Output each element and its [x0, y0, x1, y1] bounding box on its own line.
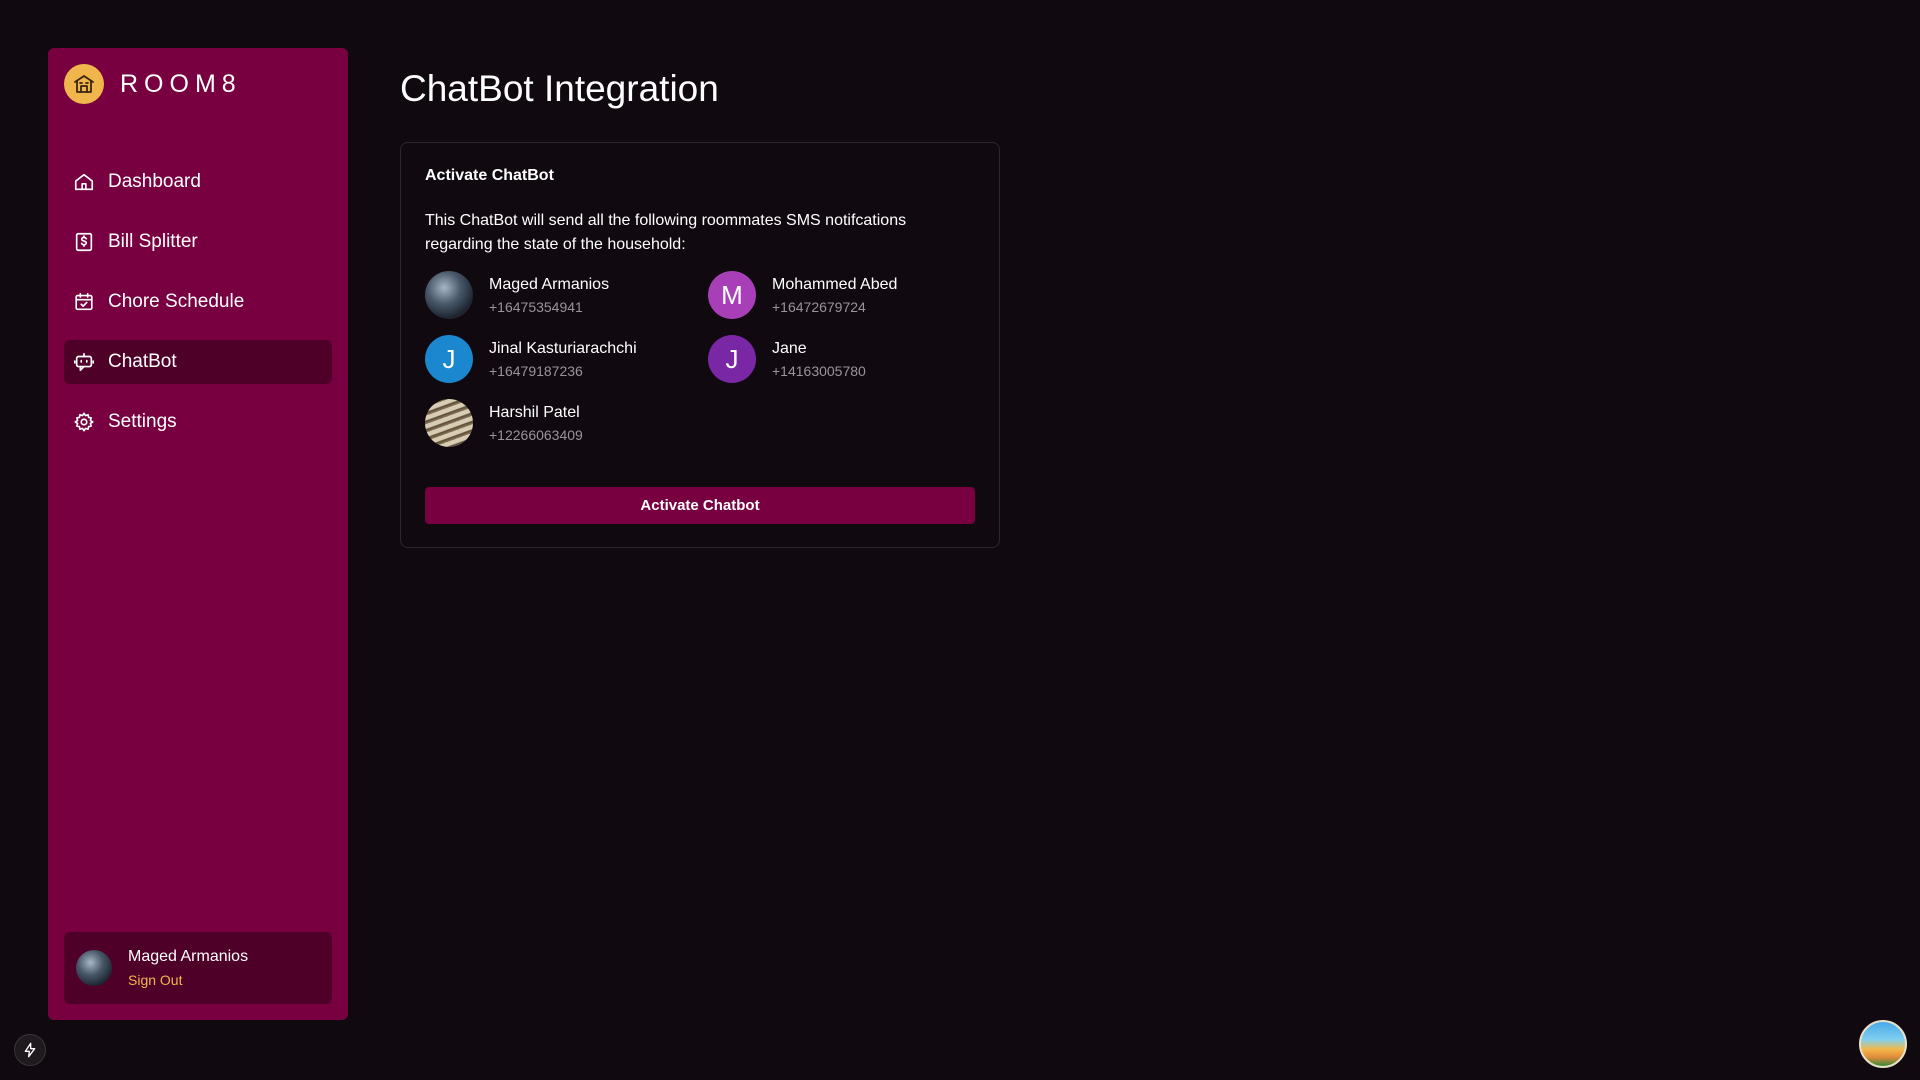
- list-item: Maged Armanios +16475354941: [425, 271, 708, 319]
- avatar: J: [708, 335, 756, 383]
- sign-out-link[interactable]: Sign Out: [128, 972, 248, 988]
- avatar: M: [708, 271, 756, 319]
- app-logo[interactable]: ROOM8: [64, 64, 242, 104]
- member-info: Harshil Patel +12266063409: [489, 404, 583, 443]
- avatar-initial: J: [442, 343, 456, 374]
- member-info: Maged Armanios +16475354941: [489, 276, 609, 315]
- calendar-check-icon: [72, 290, 96, 314]
- sidebar: ROOM8 Dashboard Bill Splitter Chore Sche…: [48, 48, 348, 1020]
- member-info: Jinal Kasturiarachchi +16479187236: [489, 340, 637, 379]
- sidebar-item-label: ChatBot: [108, 351, 177, 372]
- list-item: J Jane +14163005780: [708, 335, 978, 383]
- user-meta: Maged Armanios Sign Out: [128, 948, 248, 988]
- member-name: Jinal Kasturiarachchi: [489, 339, 637, 357]
- gear-icon: [72, 410, 96, 434]
- sidebar-item-chore-schedule[interactable]: Chore Schedule: [64, 280, 332, 324]
- member-phone: +14163005780: [772, 362, 866, 379]
- list-item: M Mohammed Abed +16472679724: [708, 271, 978, 319]
- avatar: J: [425, 335, 473, 383]
- bolt-icon[interactable]: [14, 1034, 46, 1066]
- user-name: Maged Armanios: [128, 948, 249, 965]
- sidebar-item-chatbot[interactable]: ChatBot: [64, 340, 332, 384]
- member-info: Jane +14163005780: [772, 340, 866, 379]
- avatar: [425, 271, 473, 319]
- sidebar-item-label: Settings: [108, 411, 177, 432]
- chatbot-icon: [72, 350, 96, 374]
- avatar: [76, 950, 112, 986]
- list-item: J Jinal Kasturiarachchi +16479187236: [425, 335, 708, 383]
- app-name: ROOM8: [120, 69, 242, 98]
- sidebar-item-label: Chore Schedule: [108, 291, 245, 312]
- card-description: This ChatBot will send all the following…: [425, 212, 907, 253]
- sidebar-item-settings[interactable]: Settings: [64, 400, 332, 444]
- avatar[interactable]: [1859, 1020, 1907, 1068]
- member-name: Harshil Patel: [489, 403, 580, 421]
- home-icon: [72, 170, 96, 194]
- page-title: ChatBot Integration: [400, 68, 719, 109]
- sidebar-nav: Dashboard Bill Splitter Chore Schedule C…: [64, 160, 332, 460]
- list-item: Harshil Patel +12266063409: [425, 399, 708, 447]
- avatar-initial: J: [725, 343, 739, 374]
- activate-chatbot-button[interactable]: Activate Chatbot: [425, 487, 975, 524]
- sidebar-item-label: Bill Splitter: [108, 231, 198, 252]
- member-name: Maged Armanios: [489, 275, 610, 293]
- sidebar-item-dashboard[interactable]: Dashboard: [64, 160, 332, 204]
- avatar: [425, 399, 473, 447]
- sidebar-item-bill-splitter[interactable]: Bill Splitter: [64, 220, 332, 264]
- avatar-initial: M: [721, 279, 743, 310]
- member-phone: +16479187236: [489, 362, 583, 379]
- member-phone: +12266063409: [489, 426, 583, 443]
- member-info: Mohammed Abed +16472679724: [772, 276, 897, 315]
- member-name: Jane: [772, 339, 807, 357]
- receipt-dollar-icon: [72, 230, 96, 254]
- member-phone: +16475354941: [489, 298, 583, 315]
- roommate-list: Maged Armanios +16475354941 M Mohammed A…: [425, 271, 985, 447]
- card-title: Activate ChatBot: [425, 167, 554, 184]
- sidebar-item-label: Dashboard: [108, 171, 201, 192]
- house-building-icon: [64, 64, 104, 104]
- current-user-card: Maged Armanios Sign Out: [64, 932, 332, 1004]
- activate-chatbot-card: Activate ChatBot This ChatBot will send …: [400, 142, 1000, 548]
- member-name: Mohammed Abed: [772, 275, 898, 293]
- member-phone: +16472679724: [772, 298, 866, 315]
